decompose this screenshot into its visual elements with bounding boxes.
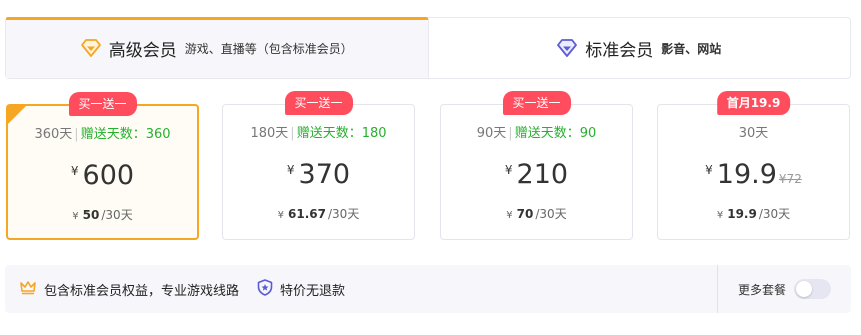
promo-badge: 买一送一 xyxy=(68,92,137,116)
tab-standard-subtitle: 影音、网站 xyxy=(661,41,722,56)
unit-currency: ¥ xyxy=(716,210,724,221)
tab-standard-title: 标准会员 xyxy=(585,40,654,61)
footer-divider xyxy=(717,265,718,313)
benefit-premium-text: 包含标准会员权益，专业游戏线路 xyxy=(44,283,240,299)
tab-standard-membership[interactable]: 标准会员 影音、网站 xyxy=(429,18,851,78)
membership-tabs: 高级会员 游戏、直播等（包含标准会员） 标准会员 影音、网站 xyxy=(5,17,851,79)
unit-price-value: 50 xyxy=(82,208,100,222)
plan-card-180[interactable]: 买一送一 180天 | 赠送天数：180 ¥370 ¥61.67/30天 xyxy=(222,91,415,240)
diamond-gold-icon xyxy=(80,39,101,57)
plan-duration: 30天 xyxy=(658,122,849,141)
unit-currency: ¥ xyxy=(506,210,513,221)
price-value: 210 xyxy=(516,159,569,190)
plan-days: 90天 xyxy=(476,126,507,141)
more-plans: 更多套餐 xyxy=(738,265,831,313)
benefit-premium: 包含标准会员权益，专业游戏线路 xyxy=(19,280,239,299)
plan-gift-days: 赠送天数：180 xyxy=(296,126,387,141)
plan-unit-price: ¥19.9/30天 xyxy=(658,205,849,222)
shield-star-icon xyxy=(257,278,273,300)
plan-gift-days: 赠送天数：90 xyxy=(514,126,597,141)
unit-period: /30天 xyxy=(758,207,791,221)
currency-symbol: ¥ xyxy=(705,163,713,177)
promo-badge: 买一送一 xyxy=(284,91,353,115)
plan-unit-price: ¥50/30天 xyxy=(8,206,197,223)
divider: | xyxy=(508,126,513,141)
plan-days: 180天 xyxy=(250,126,289,141)
currency-symbol: ¥ xyxy=(70,164,79,178)
benefits-bar: 包含标准会员权益，专业游戏线路 特价无退款 更多套餐 xyxy=(5,265,851,313)
plan-gift-days: 赠送天数：360 xyxy=(80,127,171,142)
plan-price: ¥600 xyxy=(8,160,197,191)
tab-premium-subtitle: 游戏、直播等（包含标准会员） xyxy=(184,41,353,56)
more-plans-toggle[interactable] xyxy=(794,279,831,299)
plan-duration: 90天 | 赠送天数：90 xyxy=(441,122,632,141)
more-plans-label: 更多套餐 xyxy=(737,282,786,297)
currency-symbol: ¥ xyxy=(286,163,295,177)
plan-unit-price: ¥70/30天 xyxy=(441,205,632,222)
benefit-no-refund: 特价无退款 xyxy=(257,278,346,300)
promo-badge: 买一送一 xyxy=(502,91,571,115)
plan-days: 360天 xyxy=(34,127,73,142)
plan-unit-price: ¥61.67/30天 xyxy=(223,205,414,222)
plan-card-30[interactable]: 首月19.9 30天 ¥19.9 ¥72 ¥19.9/30天 xyxy=(657,91,850,240)
original-price: ¥72 xyxy=(778,172,802,186)
crown-icon xyxy=(19,280,37,299)
currency-symbol: ¥ xyxy=(504,163,513,177)
toggle-knob xyxy=(796,281,812,297)
unit-period: /30天 xyxy=(101,208,133,222)
unit-currency: ¥ xyxy=(72,211,79,222)
promo-badge: 首月19.9 xyxy=(716,91,791,115)
plan-days: 30天 xyxy=(738,126,769,141)
benefit-no-refund-text: 特价无退款 xyxy=(280,283,346,299)
unit-price-value: 61.67 xyxy=(288,207,326,221)
plan-price: ¥370 xyxy=(223,159,414,190)
unit-price-value: 70 xyxy=(516,207,534,221)
selected-corner-marker xyxy=(7,105,27,125)
plan-card-360[interactable]: 买一送一 360天 | 赠送天数：360 ¥600 ¥50/30天 xyxy=(6,92,199,240)
price-value: 19.9 xyxy=(716,159,777,190)
unit-period: /30天 xyxy=(328,207,360,221)
plan-price: ¥19.9 ¥72 xyxy=(658,159,849,190)
divider: | xyxy=(290,126,295,141)
plan-price: ¥210 xyxy=(441,159,632,190)
tab-premium-title: 高级会员 xyxy=(108,40,177,61)
divider: | xyxy=(74,127,79,142)
plan-duration: 360天 | 赠送天数：360 xyxy=(8,123,197,142)
diamond-purple-icon xyxy=(557,39,578,57)
unit-period: /30天 xyxy=(535,207,567,221)
price-value: 370 xyxy=(298,159,351,190)
price-value: 600 xyxy=(82,160,135,191)
unit-price-value: 19.9 xyxy=(727,207,757,221)
unit-currency: ¥ xyxy=(277,210,285,221)
plan-card-90[interactable]: 买一送一 90天 | 赠送天数：90 ¥210 ¥70/30天 xyxy=(440,91,633,240)
plan-duration: 180天 | 赠送天数：180 xyxy=(223,122,414,141)
tab-premium-membership[interactable]: 高级会员 游戏、直播等（包含标准会员） xyxy=(6,17,429,78)
